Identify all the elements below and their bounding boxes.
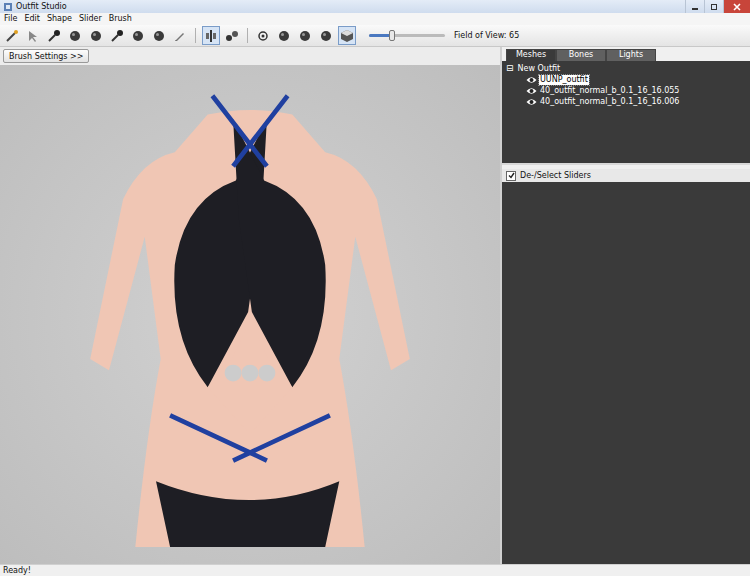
tool-button[interactable] <box>3 26 21 45</box>
tool-button[interactable] <box>254 26 272 45</box>
tool-button[interactable] <box>296 26 314 45</box>
tool-button[interactable] <box>129 26 147 45</box>
panel-tabs: MeshesBonesLights <box>502 47 750 61</box>
tool-button[interactable] <box>171 26 189 45</box>
window-controls <box>685 0 750 13</box>
tool-button[interactable] <box>150 26 168 45</box>
fov-slider[interactable] <box>369 34 445 37</box>
link-icon <box>225 29 239 43</box>
sphere-icon <box>152 29 166 43</box>
toolbar: Field of View: 65 <box>0 25 750 47</box>
eye-icon[interactable] <box>526 98 537 106</box>
cube-icon <box>340 29 354 43</box>
minimize-button[interactable] <box>685 0 704 13</box>
app-icon <box>3 2 13 12</box>
brush-icon <box>110 29 124 43</box>
window-title: Outfit Studio <box>16 3 67 11</box>
mesh-item[interactable]: UUNP_outfit <box>506 74 746 85</box>
tool-button[interactable] <box>317 26 335 45</box>
select-sliders-checkbox[interactable] <box>506 171 516 181</box>
fov-label: Field of View: 65 <box>454 31 519 40</box>
tool-button[interactable] <box>24 26 42 45</box>
status-text: Ready! <box>3 566 31 575</box>
eye-icon[interactable] <box>526 87 537 95</box>
title-bar: Outfit Studio <box>0 0 750 13</box>
slider-thumb[interactable] <box>389 30 395 41</box>
main-area: Brush Settings >> MeshesBonesLights ⊟ Ne… <box>0 47 750 564</box>
check-icon <box>508 172 515 179</box>
3d-viewport[interactable] <box>0 65 500 564</box>
mesh-item[interactable]: 40_outfit_normal_b_0.1_16_16.055 <box>506 85 746 96</box>
select-icon <box>26 29 40 43</box>
viewport-column: Brush Settings >> <box>0 47 502 564</box>
expand-toggle[interactable]: ⊟ <box>506 64 514 73</box>
model-render <box>15 77 485 564</box>
mesh-tree: ⊟ New Outfit UUNP_outfit 40_outfit_norma… <box>502 61 750 163</box>
minimize-icon <box>690 3 700 11</box>
toolbar-separator <box>247 28 248 43</box>
menu-item[interactable]: File <box>4 15 17 23</box>
menu-item[interactable]: Brush <box>109 15 132 23</box>
brush-settings-button[interactable]: Brush Settings >> <box>3 49 89 63</box>
outfit-studio-window: Outfit Studio File Edit Shape Slider Brush F… <box>0 0 750 576</box>
status-bar: Ready! <box>0 564 750 576</box>
sphere-icon <box>319 29 333 43</box>
tool-button[interactable] <box>202 26 220 45</box>
tool-button[interactable] <box>275 26 293 45</box>
menu-bar: File Edit Shape Slider Brush <box>0 13 750 25</box>
toolbar-separator <box>195 28 196 43</box>
tree-root[interactable]: ⊟ New Outfit <box>506 63 746 74</box>
tool-button[interactable] <box>338 26 356 45</box>
tab[interactable]: Lights <box>606 49 656 61</box>
tab[interactable]: Meshes <box>506 49 556 61</box>
brush-strip: Brush Settings >> <box>0 47 500 65</box>
menu-item[interactable]: Edit <box>24 15 40 23</box>
tool-button[interactable] <box>66 26 84 45</box>
brush-icon <box>47 29 61 43</box>
pencil-icon <box>173 29 187 43</box>
tab[interactable]: Bones <box>556 49 606 61</box>
menu-item[interactable]: Shape <box>47 15 72 23</box>
maximize-icon <box>709 3 719 11</box>
sphere-icon <box>298 29 312 43</box>
sphere-icon <box>68 29 82 43</box>
tool-button[interactable] <box>87 26 105 45</box>
menu-item[interactable]: Slider <box>79 15 102 23</box>
close-button[interactable] <box>723 0 750 13</box>
sphere-icon <box>277 29 291 43</box>
tool-button[interactable] <box>45 26 63 45</box>
close-icon <box>731 3 743 11</box>
tool-button[interactable] <box>223 26 241 45</box>
tool-button[interactable] <box>108 26 126 45</box>
sphere-icon <box>89 29 103 43</box>
sliders-list <box>502 182 750 564</box>
sphere-icon <box>131 29 145 43</box>
maximize-button[interactable] <box>704 0 723 13</box>
mirror-icon <box>204 29 218 43</box>
eye-icon[interactable] <box>526 76 537 84</box>
dot-icon <box>256 29 270 43</box>
mesh-item[interactable]: 40_outfit_normal_b_0.1_16_16.006 <box>506 96 746 107</box>
side-panel: MeshesBonesLights ⊟ New Outfit UUNP_outf… <box>502 47 750 564</box>
wand-icon <box>5 29 19 43</box>
sliders-header: De-/Select Sliders <box>502 169 750 182</box>
